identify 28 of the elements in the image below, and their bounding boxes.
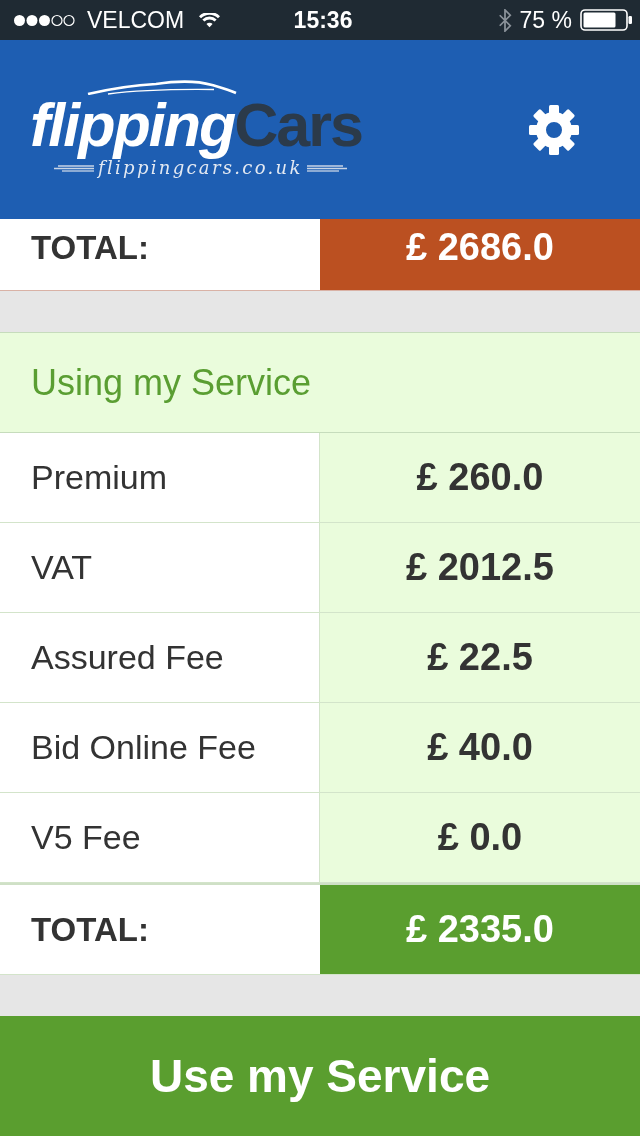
signal-strength-icon [13, 13, 75, 27]
car-outline-icon [86, 79, 238, 95]
fee-amount: £ 0.0 [320, 793, 640, 882]
settings-icon[interactable] [528, 103, 580, 156]
total-label: TOTAL: [30, 909, 149, 950]
carrier-name: VELCOM [87, 5, 185, 35]
fee-amount: £ 2012.5 [320, 523, 640, 612]
battery-icon [580, 9, 633, 31]
logo-tagline: flippingcars.co.uk [98, 159, 303, 177]
fee-amount: £ 40.0 [320, 703, 640, 792]
fee-amount: £ 260.0 [320, 433, 640, 522]
status-time: 15:36 [293, 5, 353, 35]
total-amount: £ 2335.0 [320, 885, 640, 974]
section-header: Using my Service [0, 332, 640, 433]
fee-amount: £ 22.5 [320, 613, 640, 702]
battery-percentage: 75 % [519, 5, 572, 35]
fee-label: Premium [0, 433, 320, 522]
speed-lines-icon [306, 164, 347, 172]
fee-label: Assured Fee [0, 613, 320, 702]
total-label: TOTAL: [30, 227, 149, 268]
fee-label: V5 Fee [0, 793, 320, 882]
fee-label: VAT [0, 523, 320, 612]
use-service-button[interactable]: Use my Service [0, 1016, 640, 1136]
bluetooth-icon [497, 8, 512, 32]
wifi-icon [198, 12, 222, 28]
speed-lines-icon [54, 164, 94, 172]
fee-label: Bid Online Fee [0, 703, 320, 792]
total-amount: £ 2686.0 [320, 219, 640, 290]
